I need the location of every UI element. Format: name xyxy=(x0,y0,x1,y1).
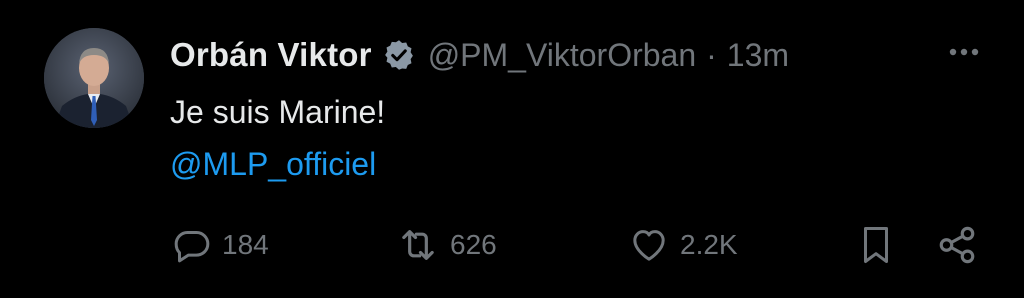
heart-icon xyxy=(628,225,670,265)
action-bar: 184 626 2.2K xyxy=(0,222,1024,268)
bookmark-button[interactable] xyxy=(858,222,894,268)
tweet-text: Je suis Marine! xyxy=(170,94,386,130)
repost-icon xyxy=(396,225,440,265)
more-horizontal-icon[interactable] xyxy=(948,42,980,62)
share-button[interactable] xyxy=(936,222,978,268)
tweet-header: Orbán Viktor @PM_ViktorOrban · 13m xyxy=(170,32,789,78)
repost-button[interactable]: 626 xyxy=(396,222,497,268)
tweet-card[interactable]: Orbán Viktor @PM_ViktorOrban · 13m Je su… xyxy=(0,0,1024,298)
share-icon xyxy=(936,224,978,266)
verified-badge-icon[interactable] xyxy=(382,38,416,72)
reply-icon xyxy=(172,225,212,265)
repost-count: 626 xyxy=(450,229,497,260)
like-button[interactable]: 2.2K xyxy=(628,222,738,268)
mention-link[interactable]: @MLP_officiel xyxy=(170,142,376,186)
reply-count: 184 xyxy=(222,229,269,260)
like-count: 2.2K xyxy=(680,229,738,260)
reply-button[interactable]: 184 xyxy=(172,222,269,268)
display-name[interactable]: Orbán Viktor xyxy=(170,36,372,74)
bookmark-icon xyxy=(858,224,894,266)
timestamp[interactable]: 13m xyxy=(727,37,789,74)
avatar[interactable] xyxy=(44,28,144,128)
separator-dot: · xyxy=(706,36,717,73)
user-handle[interactable]: @PM_ViktorOrban xyxy=(428,37,696,74)
